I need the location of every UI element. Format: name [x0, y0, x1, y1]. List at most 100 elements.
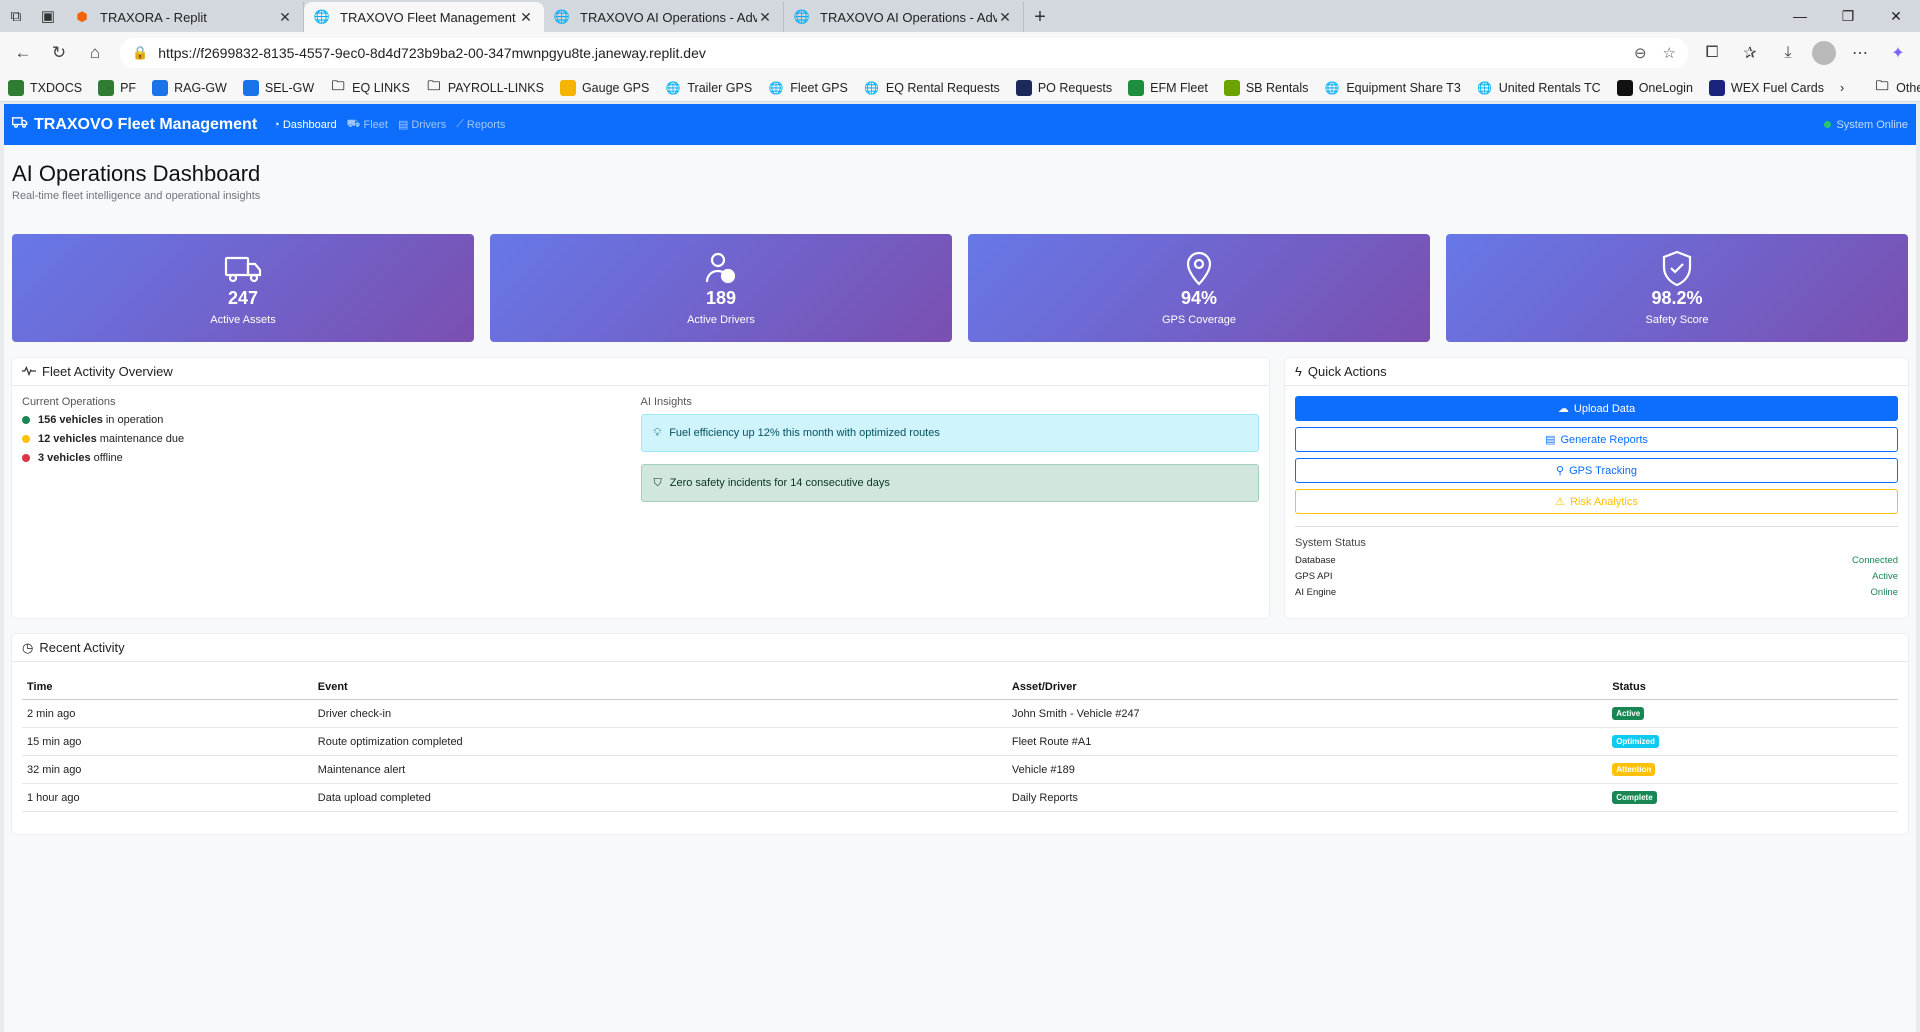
favorite-link[interactable]: OneLogin: [1616, 79, 1693, 96]
refresh-icon[interactable]: ↻: [44, 38, 74, 68]
favorite-link[interactable]: RAG-GW: [152, 79, 227, 96]
favorite-label: Fleet GPS: [790, 80, 848, 95]
time-cell: 2 min ago: [22, 699, 313, 728]
recent-activity-card: ◷ Recent Activity Time Event Asset/Drive…: [12, 634, 1908, 834]
tab-actions-icon[interactable]: ▣: [32, 0, 64, 32]
insight-alert-success: ⛉ Zero safety incidents for 14 consecuti…: [640, 464, 1259, 502]
replit-icon: ⬢: [76, 9, 88, 24]
favorite-link[interactable]: 🌐 Fleet GPS: [768, 80, 848, 96]
cloud-upload-icon: ☁: [1557, 403, 1569, 415]
ai-insights: AI Insights 💡︎ Fuel efficiency up 12% th…: [640, 396, 1259, 514]
favorite-link[interactable]: TXDOCS: [8, 79, 82, 96]
shield-check-icon: [1662, 250, 1692, 286]
favorite-link[interactable]: PF: [98, 79, 136, 96]
favorite-label: Trailer GPS: [687, 80, 753, 95]
back-icon[interactable]: ←: [8, 38, 38, 68]
brand-name: TRAXOVO Fleet Management: [34, 115, 258, 133]
truck-icon: ⛟: [346, 117, 361, 130]
favorite-label: United Rentals TC: [1498, 80, 1601, 95]
globe-icon: 🌐: [1324, 80, 1340, 95]
restore-icon[interactable]: ❐: [1824, 0, 1872, 32]
favorite-link[interactable]: Gauge GPS: [559, 79, 650, 96]
close-tab-icon[interactable]: ✕: [518, 9, 534, 26]
copilot-icon[interactable]: ✦: [1884, 39, 1912, 67]
extensions-icon[interactable]: ⧠: [1698, 39, 1726, 67]
column-header: Asset/Driver: [1006, 672, 1608, 700]
time-cell: 15 min ago: [22, 727, 313, 756]
nav-drivers[interactable]: ▤ Drivers: [398, 118, 446, 132]
minimize-icon[interactable]: —: [1776, 0, 1824, 32]
close-tab-icon[interactable]: ✕: [277, 9, 293, 26]
site-icon: [98, 79, 115, 96]
favorites-overflow: › 🗀 Other favorites: [1840, 77, 1920, 96]
favorite-label: RAG-GW: [174, 80, 227, 95]
page-title: AI Operations Dashboard: [12, 161, 261, 186]
favorite-label: Gauge GPS: [581, 80, 650, 95]
globe-icon: 🌐: [864, 80, 880, 95]
favorite-link[interactable]: SB Rentals: [1223, 79, 1309, 96]
url-input[interactable]: 🔒 https://f2699832-8135-4557-9ec0-8d4d72…: [120, 38, 1688, 68]
favorite-link[interactable]: 🗀 PAYROLL-LINKS: [426, 78, 544, 96]
favorite-link[interactable]: 🌐 EQ Rental Requests: [864, 80, 999, 96]
globe-icon: 🌐: [1477, 80, 1493, 95]
system-status-indicator: System Online: [1824, 119, 1908, 131]
stat-card-safety-score: 98.2% Safety Score: [1446, 234, 1908, 342]
risk-analytics-button[interactable]: ⚠ Risk Analytics: [1295, 489, 1898, 514]
nav-fleet[interactable]: ⛟ Fleet: [347, 118, 388, 132]
toolbar-right: ⧠ ✰ ⤓ ⋯ ✦: [1698, 39, 1912, 67]
browser-tab[interactable]: 🌐 TRAXOVO AI Operations - Advanc ✕: [544, 2, 784, 32]
site-icon: [1015, 79, 1032, 96]
browser-tab[interactable]: 🌐 TRAXOVO AI Operations - Advanc ✕: [784, 2, 1024, 32]
close-tab-icon[interactable]: ✕: [997, 9, 1013, 26]
nav-reports[interactable]: ⟋ Reports: [456, 118, 505, 131]
new-tab-icon[interactable]: +: [1024, 2, 1056, 32]
button-label: Generate Reports: [1560, 433, 1648, 446]
button-label: Upload Data: [1573, 402, 1636, 415]
browser-tab[interactable]: ⬢ TRAXORA - Replit ✕: [64, 2, 304, 32]
site-icon: [8, 79, 24, 96]
workspaces-icon[interactable]: ⧉: [0, 0, 32, 32]
tab-title: TRAXOVO AI Operations - Advanc: [820, 9, 997, 25]
favorite-link[interactable]: 🌐 Equipment Share T3: [1324, 80, 1461, 96]
folder-icon: 🗀: [1875, 77, 1889, 93]
status-badge: Attention: [1612, 763, 1656, 776]
zoom-icon[interactable]: ⊖: [1634, 44, 1647, 62]
more-menu-icon[interactable]: ⋯: [1846, 39, 1874, 67]
favorite-link[interactable]: 🗀 EQ LINKS: [330, 78, 410, 96]
gps-tracking-button[interactable]: ⚲ GPS Tracking: [1295, 458, 1898, 483]
profile-avatar[interactable]: [1812, 41, 1836, 65]
insight-text: Zero safety incidents for 14 consecutive…: [669, 477, 890, 489]
other-favorites[interactable]: 🗀 Other favorites: [1874, 77, 1920, 96]
favorite-link[interactable]: SEL-GW: [242, 79, 314, 96]
close-window-icon[interactable]: ✕: [1872, 0, 1920, 32]
close-tab-icon[interactable]: ✕: [757, 9, 773, 26]
downloads-icon[interactable]: ⤓: [1774, 39, 1802, 67]
status-cell: Active: [1607, 699, 1898, 728]
favorite-link[interactable]: WEX Fuel Cards: [1708, 79, 1824, 96]
chevron-right-icon[interactable]: ›: [1840, 81, 1844, 95]
system-status-row: GPS API Active: [1295, 571, 1898, 582]
globe-icon: 🌐: [553, 9, 571, 24]
browser-tab-active[interactable]: 🌐 TRAXOVO Fleet Management - AI ✕: [304, 2, 544, 32]
nav-label: Dashboard: [282, 118, 337, 131]
favorite-star-icon[interactable]: ☆: [1663, 44, 1676, 62]
button-label: Risk Analytics: [1570, 495, 1638, 508]
favorite-link[interactable]: EFM Fleet: [1128, 79, 1208, 96]
brand[interactable]: TRAXOVO Fleet Management: [12, 116, 257, 134]
favorites-bar: TXDOCS PF RAG-GW SEL-GW 🗀 EQ LINKS 🗀 PAYROLL-LI…: [0, 74, 1920, 102]
op-text: offline: [93, 452, 123, 464]
clock-icon: ◷: [22, 639, 34, 655]
favorite-link[interactable]: 🌐 Trailer GPS: [665, 80, 752, 96]
favorites-icon[interactable]: ✰: [1736, 39, 1764, 67]
favorite-label: SB Rentals: [1245, 80, 1309, 95]
main-content: AI Operations Dashboard Real-time fleet …: [4, 145, 1916, 850]
nav-dashboard[interactable]: ◔ Dashboard: [273, 119, 336, 131]
upload-data-button[interactable]: ☁ Upload Data: [1295, 396, 1898, 421]
site-info-icon[interactable]: 🔒: [132, 45, 148, 61]
system-status-row: AI Engine Online: [1295, 587, 1898, 598]
generate-reports-button[interactable]: ▤ Generate Reports: [1295, 427, 1898, 452]
favorite-link[interactable]: 🌐 United Rentals TC: [1477, 80, 1601, 96]
favorite-link[interactable]: PO Requests: [1015, 79, 1112, 96]
card-title: Quick Actions: [1307, 364, 1387, 379]
home-icon[interactable]: ⌂: [80, 38, 110, 68]
